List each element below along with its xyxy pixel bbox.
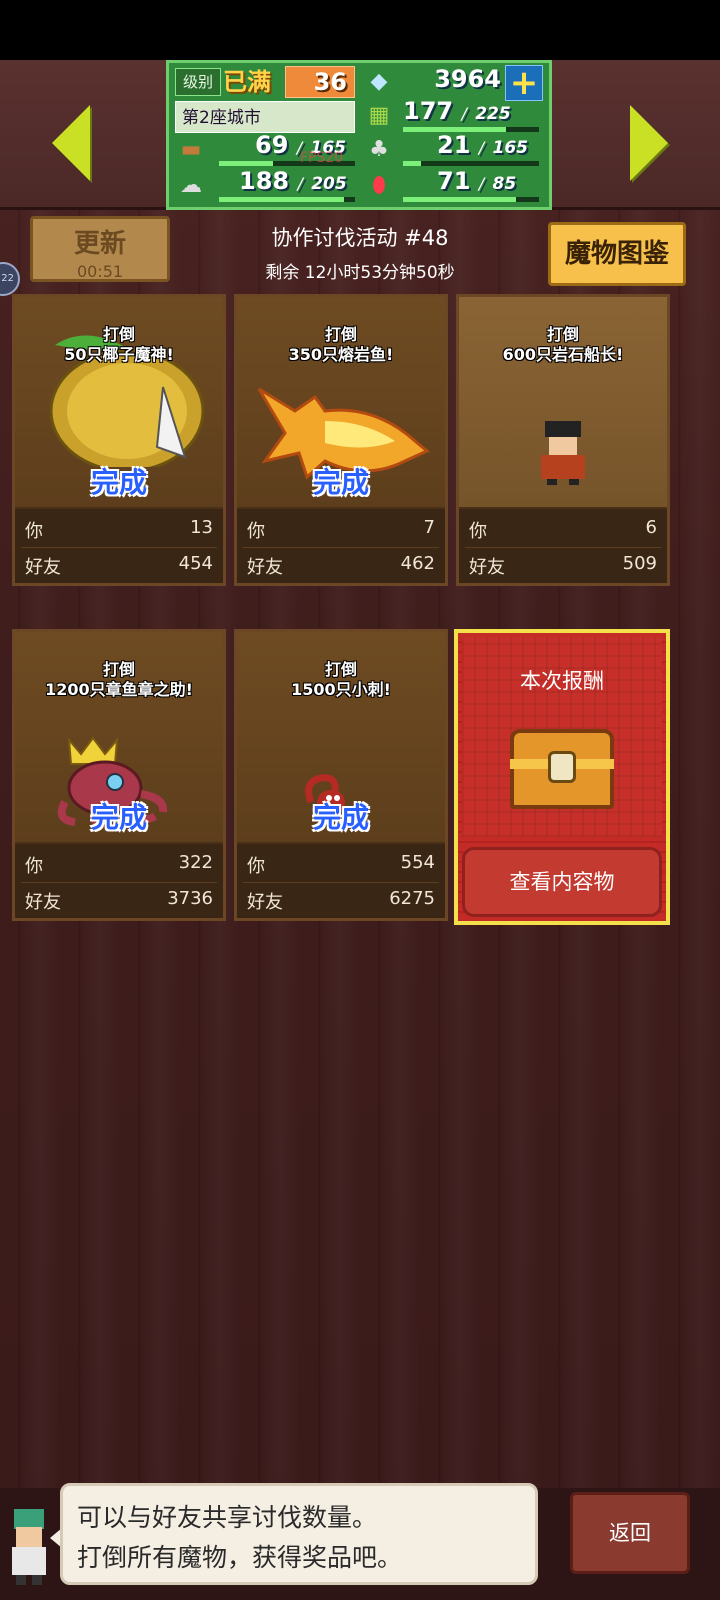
- event-title: 协作讨伐活动 #48: [271, 226, 449, 250]
- back-button[interactable]: 返回: [570, 1492, 690, 1574]
- complete-label: 完成: [312, 801, 369, 834]
- you-label: 你: [247, 521, 265, 542]
- level-full-text: 已满: [223, 68, 271, 96]
- ruby-max: 85: [492, 174, 517, 194]
- diamond-icon: ◆: [370, 69, 388, 94]
- you-count: 13: [190, 517, 213, 538]
- monster-card-lava-fish[interactable]: 打倒 350只熔岩鱼! 完成 你7 好友 462: [234, 294, 448, 586]
- event-remaining-time: 剩余 12小时53分钟50秒: [265, 263, 455, 283]
- card-stats: 你 322 好友 3736: [15, 844, 223, 918]
- friends-count: 6275: [389, 888, 435, 909]
- fps-counter: FPS20: [300, 150, 344, 166]
- stone-icon: ☁: [180, 173, 202, 198]
- you-count: 6: [645, 517, 657, 538]
- card-title-line2: 600只岩石船长!: [502, 345, 624, 364]
- prev-arrow-button[interactable]: [52, 105, 90, 181]
- friends-label: 好友: [247, 557, 283, 578]
- resource2-max: 225: [475, 104, 511, 124]
- you-count: 554: [400, 852, 435, 873]
- reward-title: 本次报酬: [520, 669, 604, 693]
- friends-count: 462: [400, 553, 435, 574]
- card-stats: 你 554 好友 6275: [237, 844, 445, 918]
- friends-label: 好友: [25, 892, 61, 913]
- you-label: 你: [247, 856, 265, 877]
- stone-value: 188 / 205: [239, 167, 347, 195]
- resource2-value: 177 / 225: [403, 97, 511, 125]
- card-title-line2: 1200只章鱼章之助!: [45, 680, 193, 699]
- wood-icon: ▬: [180, 137, 202, 162]
- refresh-timer: 00:51: [76, 262, 124, 281]
- refresh-button[interactable]: 更新 00:51: [30, 216, 170, 282]
- next-arrow-button[interactable]: [630, 105, 668, 181]
- bestiary-button[interactable]: 魔物图鉴: [548, 222, 686, 286]
- card-title-line2: 50只椰子魔神!: [64, 345, 174, 364]
- monster-card-octopus[interactable]: 打倒 1200只章鱼章之助! 完成 你 322 好友 3736: [12, 629, 226, 921]
- stone-slash: /: [297, 174, 303, 193]
- you-count: 7: [423, 517, 435, 538]
- card-stats: 你 6 好友 509: [459, 509, 667, 583]
- food-slash: /: [478, 138, 485, 157]
- card-title-line2: 1500只小刺!: [291, 680, 391, 699]
- advisor-line1: 可以与好友共享讨伐数量。: [77, 1503, 378, 1532]
- card-stats: 你 13 好友 454: [15, 509, 223, 583]
- complete-label: 完成: [90, 801, 147, 834]
- ruby-icon: ⬮: [372, 173, 386, 198]
- stone-max: 205: [311, 174, 347, 194]
- wood-current: 69: [255, 131, 289, 159]
- friends-label: 好友: [469, 557, 505, 578]
- ruby-current: 71: [437, 167, 471, 195]
- friends-count: 3736: [167, 888, 213, 909]
- stone-bar: [219, 197, 355, 202]
- you-label: 你: [25, 856, 43, 877]
- complete-label: 完成: [312, 466, 369, 499]
- grass-icon: ▦: [368, 103, 390, 128]
- stone-current: 188: [239, 167, 290, 195]
- food-current: 21: [437, 131, 471, 159]
- resource-panel: 级别 已满 36 ◆ 3964 + 第2座城市 ▦ 177 / 225 ▬ 69…: [166, 60, 552, 210]
- you-label: 你: [25, 521, 43, 542]
- city-name: 第2座城市: [175, 101, 355, 133]
- level-label: 级别: [175, 68, 221, 96]
- add-gems-button[interactable]: +: [505, 65, 543, 101]
- card-stats: 你 7 好友 462: [237, 509, 445, 583]
- you-count: 322: [178, 852, 213, 873]
- food-icon: ♣: [369, 137, 389, 162]
- gem-count: 3964: [434, 65, 501, 93]
- resource2-slash: /: [461, 104, 467, 123]
- monster-card-rock-captain[interactable]: 打倒 600只岩石船长! 你6 好友 509: [456, 294, 670, 586]
- ruby-slash: /: [478, 174, 485, 193]
- level-value: 36: [313, 68, 347, 96]
- food-bar: [403, 161, 539, 166]
- ruby-bar: [403, 197, 539, 202]
- status-bar: [0, 0, 720, 60]
- complete-label: 完成: [90, 466, 147, 499]
- food-max: 165: [492, 138, 529, 158]
- ruby-value: 71 / 85: [437, 167, 516, 195]
- card-title-line2: 350只熔岩鱼!: [288, 345, 394, 364]
- advisor-avatar: [12, 1509, 46, 1585]
- advisor-line2: 打倒所有魔物，获得奖品吧。: [77, 1543, 403, 1572]
- you-label: 你: [469, 521, 487, 542]
- lock-icon: [548, 751, 576, 783]
- friends-label: 好友: [25, 557, 61, 578]
- monster-card-small-thorn[interactable]: 打倒 1500只小刺! 完成 你 554 好友 6275: [234, 629, 448, 921]
- rock-captain-image: [541, 421, 585, 485]
- friends-label: 好友: [247, 892, 283, 913]
- monster-card-coconut[interactable]: 打倒 50只椰子魔神! 完成 你 13 好友 454: [12, 294, 226, 586]
- friends-count: 454: [178, 553, 213, 574]
- view-contents-button[interactable]: 查看内容物: [462, 847, 662, 917]
- food-value: 21 / 165: [437, 131, 528, 159]
- reward-card: 本次报酬 查看内容物: [454, 629, 670, 925]
- advisor-speech-bubble: 可以与好友共享讨伐数量。 打倒所有魔物，获得奖品吧。: [60, 1483, 538, 1585]
- refresh-label: 更新: [73, 229, 126, 259]
- friends-count: 509: [622, 553, 657, 574]
- resource2-current: 177: [403, 97, 454, 125]
